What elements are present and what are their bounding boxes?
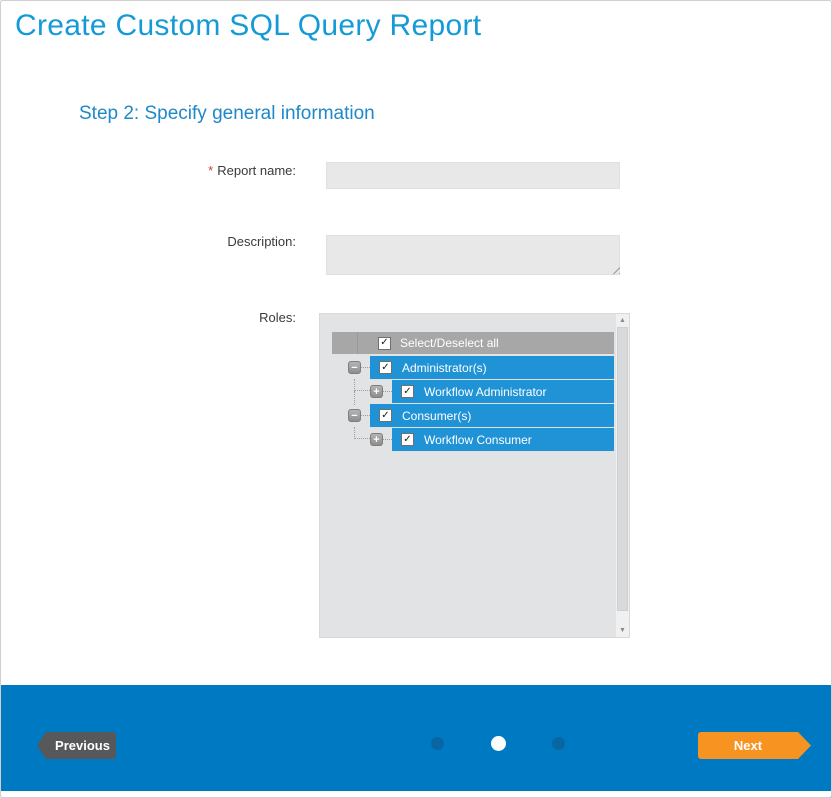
row-checkbox[interactable]: ✓ xyxy=(401,433,414,446)
tree-row-administrators: − ✓ Administrator(s) xyxy=(320,356,631,380)
tree-row-selection[interactable]: ✓ Workflow Consumer xyxy=(392,428,614,451)
step-dot-2-active[interactable] xyxy=(491,736,506,751)
tree-row-workflow-consumer: + ✓ Workflow Consumer xyxy=(320,428,631,452)
collapse-expander-icon[interactable]: − xyxy=(348,361,361,374)
tree-row-label: Workflow Administrator xyxy=(424,385,546,399)
tree-row-selection[interactable]: ✓ Consumer(s) xyxy=(370,404,614,427)
scrollbar-thumb[interactable] xyxy=(617,327,628,611)
row-checkbox[interactable]: ✓ xyxy=(401,385,414,398)
tree-header-corner-cell xyxy=(332,332,358,354)
tree-connector xyxy=(361,415,370,416)
wizard-footer: Previous Next xyxy=(1,685,831,791)
tree-row-label: Administrator(s) xyxy=(402,361,487,375)
scroll-down-icon[interactable]: ▼ xyxy=(616,624,629,637)
roles-tree-panel: ✓ Select/Deselect all − ✓ Administrator(… xyxy=(319,313,630,638)
wizard-step-dots xyxy=(431,735,565,751)
tree-row-label: Workflow Consumer xyxy=(424,433,532,447)
step-dot-3[interactable] xyxy=(552,737,565,750)
tree-connector xyxy=(354,427,370,439)
description-textarea[interactable] xyxy=(326,235,620,275)
roles-select-all-header: ✓ Select/Deselect all xyxy=(332,332,614,354)
tree-connector xyxy=(354,391,355,405)
tree-row-consumers: − ✓ Consumer(s) xyxy=(320,404,631,428)
tree-connector xyxy=(383,439,392,440)
select-all-label: Select/Deselect all xyxy=(400,336,499,350)
select-all-checkbox[interactable]: ✓ xyxy=(378,337,391,350)
step-heading: Step 2: Specify general information xyxy=(79,103,375,125)
previous-button[interactable]: Previous xyxy=(37,732,116,759)
collapse-expander-icon[interactable]: − xyxy=(348,409,361,422)
roles-label: Roles: xyxy=(1,310,296,325)
roles-label-text: Roles: xyxy=(259,310,296,325)
tree-connector xyxy=(383,391,392,392)
step-dot-1[interactable] xyxy=(431,737,444,750)
report-name-input[interactable] xyxy=(326,162,620,189)
tree-row-selection[interactable]: ✓ Administrator(s) xyxy=(370,356,614,379)
required-asterisk: * xyxy=(208,163,213,178)
scroll-up-icon[interactable]: ▲ xyxy=(616,314,629,327)
expand-expander-icon[interactable]: + xyxy=(370,433,383,446)
tree-connector xyxy=(361,367,370,368)
row-checkbox[interactable]: ✓ xyxy=(379,409,392,422)
next-button[interactable]: Next xyxy=(698,732,811,759)
report-name-label-text: Report name: xyxy=(217,163,296,178)
tree-connector xyxy=(354,379,370,391)
tree-row-label: Consumer(s) xyxy=(402,409,471,423)
expand-expander-icon[interactable]: + xyxy=(370,385,383,398)
page-title: Create Custom SQL Query Report xyxy=(15,9,481,43)
tree-row-workflow-administrator: + ✓ Workflow Administrator xyxy=(320,380,631,404)
description-label: Description: xyxy=(1,234,296,249)
description-label-text: Description: xyxy=(227,234,296,249)
row-checkbox[interactable]: ✓ xyxy=(379,361,392,374)
vertical-scrollbar[interactable]: ▲ ▼ xyxy=(616,314,629,637)
tree-row-selection[interactable]: ✓ Workflow Administrator xyxy=(392,380,614,403)
wizard-window: Create Custom SQL Query Report Step 2: S… xyxy=(0,0,832,798)
report-name-label: * Report name: xyxy=(1,163,296,178)
